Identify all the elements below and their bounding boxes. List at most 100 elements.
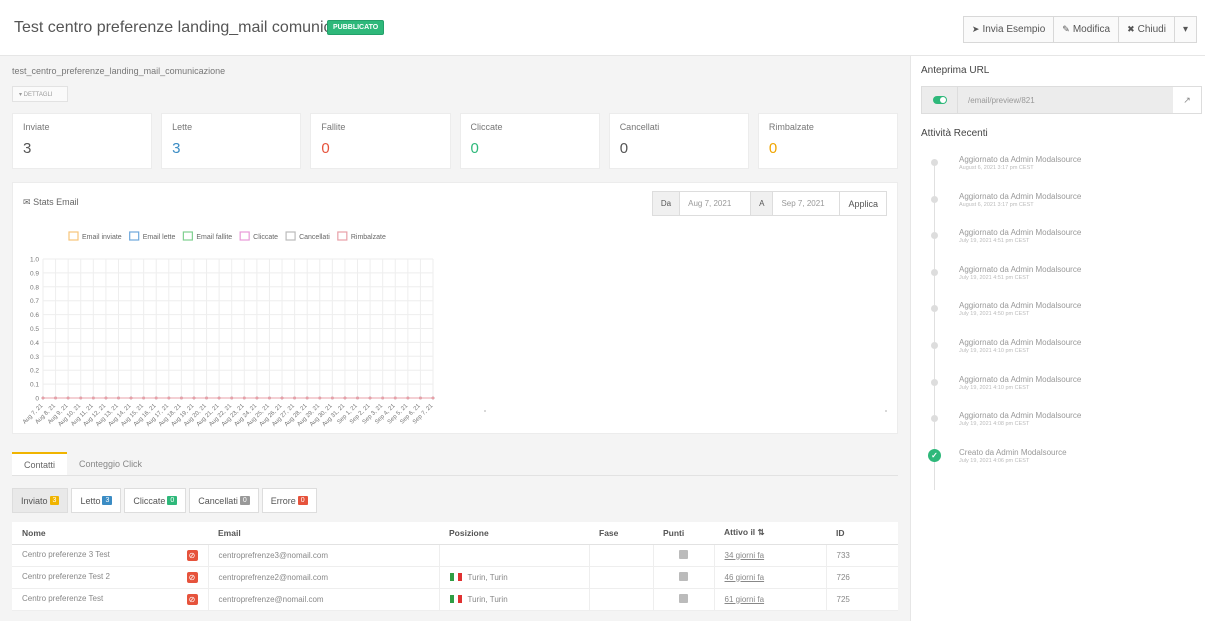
- preview-toggle[interactable]: [922, 87, 958, 113]
- stat-label: Cliccate: [470, 122, 503, 132]
- filter-cliccate-button[interactable]: Cliccate 0: [124, 488, 187, 513]
- data-point: [255, 396, 259, 400]
- delete-icon[interactable]: ⊘: [186, 571, 198, 583]
- stat-card-cancellati: Cancellati 0: [608, 113, 749, 169]
- stat-value: 3: [172, 140, 181, 157]
- legend-label: Rimbalzate: [351, 234, 386, 241]
- points-icon[interactable]: [679, 593, 688, 603]
- stat-card-lette: Lette 3: [161, 113, 302, 169]
- date-to-input[interactable]: Sep 7, 2021: [772, 191, 841, 216]
- activity-item: ✓ Creato da Admin Modalsource July 19, 202…: [921, 445, 1201, 482]
- table-row[interactable]: Centro preferenze 3 Test ⊘ centroprefrenze…: [12, 544, 898, 567]
- points-icon[interactable]: [679, 549, 688, 559]
- activity-date: July 19, 2021 4:50 pm CEST: [959, 311, 1030, 318]
- activity-item: Aggiornato da Admin Modalsource July 19, …: [921, 225, 1201, 262]
- activity-date: July 19, 2021 4:51 pm CEST: [959, 238, 1030, 245]
- table-header-row: Nome Email Posizione Fase Punti Attivo i…: [12, 522, 898, 545]
- column-header-email[interactable]: Email: [208, 522, 439, 545]
- data-point: [91, 396, 95, 400]
- y-tick-label: 0.3: [30, 354, 39, 361]
- contact-name[interactable]: Centro preferenze 3 Test: [22, 550, 110, 559]
- data-point: [381, 396, 385, 400]
- stat-value: 0: [470, 140, 479, 157]
- contact-name[interactable]: Centro preferenze Test: [22, 594, 103, 603]
- table-row[interactable]: Centro preferenze Test ⊘ centroprefrenze@n…: [12, 588, 898, 611]
- external-link-icon[interactable]: ↗: [1173, 95, 1201, 106]
- right-panel: Anteprima URL /email/preview/821 ↗ Attiv…: [910, 56, 1205, 621]
- close-button[interactable]: ✖ Chiudi: [1118, 16, 1175, 43]
- column-header-nome[interactable]: Nome: [12, 522, 208, 545]
- points-icon[interactable]: [679, 571, 688, 581]
- page-title: Test centro preferenze landing_mail comu…: [14, 19, 379, 36]
- stat-card-rimbalzate: Rimbalzate 0: [757, 113, 899, 169]
- data-point: [293, 396, 297, 400]
- toggle-switch-icon: [932, 96, 947, 104]
- table-row[interactable]: Centro preferenze Test 2 ⊘ centroprefrenze…: [12, 566, 898, 589]
- italy-flag-icon: [449, 573, 462, 582]
- activity-item: Aggiornato da Admin Modalsource July 19, …: [921, 408, 1201, 445]
- filter-label: Cancellati: [198, 495, 238, 506]
- filter-cancellati-button[interactable]: Cancellati 0: [189, 488, 259, 513]
- more-dropdown-button[interactable]: ▾: [1173, 16, 1197, 43]
- data-point: [280, 396, 284, 400]
- preview-url-box: /email/preview/821 ↗: [921, 86, 1202, 114]
- filter-count-badge: 0: [297, 496, 308, 505]
- details-toggle-button[interactable]: ▾ DETTAGLI: [12, 86, 68, 102]
- filter-errore-button[interactable]: Errore 0: [261, 488, 317, 513]
- close-icon: ✖: [1127, 24, 1135, 34]
- tab-conteggio-click[interactable]: Conteggio Click: [67, 452, 154, 475]
- stat-value: 3: [23, 140, 32, 157]
- date-from-input[interactable]: Aug 7, 2021: [679, 191, 752, 216]
- timeline-dot-icon: [931, 305, 938, 313]
- filter-inviato-button[interactable]: Inviato 3: [12, 488, 69, 513]
- contact-name-cell: Centro preferenze Test 2 ⊘: [12, 566, 209, 589]
- activity-item: Aggiornato da Admin Modalsource July 19, …: [921, 372, 1201, 409]
- column-header-fase[interactable]: Fase: [589, 522, 653, 545]
- delete-icon[interactable]: ⊘: [186, 549, 198, 561]
- timeline-dot-icon: [931, 415, 938, 423]
- y-tick-label: 0.9: [30, 270, 39, 277]
- contact-name[interactable]: Centro preferenze Test 2: [22, 572, 110, 581]
- timeline-dot-icon: [931, 195, 938, 203]
- data-point: [419, 396, 422, 400]
- column-header-posizione[interactable]: Posizione: [439, 522, 589, 545]
- y-tick-label: 0.5: [30, 326, 39, 333]
- activity-date: August 6, 2021 3:17 pm CEST: [959, 165, 1034, 171]
- y-tick-label: 0.7: [30, 298, 39, 305]
- preview-url-input[interactable]: /email/preview/821: [958, 87, 1173, 113]
- column-header-id[interactable]: ID: [826, 522, 898, 545]
- contact-active-link[interactable]: 34 giorni fa: [725, 551, 765, 560]
- activity-date: July 19, 2021 4:51 pm CEST: [959, 274, 1030, 281]
- contact-points-cell: [653, 566, 715, 589]
- contact-active-link[interactable]: 46 giorni fa: [725, 573, 765, 582]
- column-header-punti[interactable]: Punti: [653, 522, 714, 545]
- column-header-attivo[interactable]: Attivo il ⇅: [714, 522, 826, 545]
- send-example-button[interactable]: ➤ Invia Esempio: [962, 16, 1055, 43]
- data-point: [79, 396, 83, 400]
- filter-count-badge: 3: [49, 496, 60, 505]
- tab-contatti[interactable]: Contatti: [12, 452, 68, 475]
- filter-label: Letto: [80, 495, 101, 506]
- edit-button[interactable]: ✎ Modifica: [1053, 16, 1120, 43]
- stats-chart: Email inviate Email lette Email fallite Cli…: [22, 231, 887, 428]
- apply-button[interactable]: Applica: [839, 191, 887, 216]
- contact-email: centroprefrenze3@nomail.com: [208, 544, 440, 567]
- filter-letto-button[interactable]: Letto 3: [71, 488, 122, 513]
- check-icon: ✓: [928, 448, 941, 462]
- y-tick-label: 0.8: [30, 284, 39, 291]
- close-label: Chiudi: [1137, 24, 1166, 35]
- data-point: [117, 396, 120, 400]
- delete-icon[interactable]: ⊘: [186, 593, 198, 605]
- contact-active-link[interactable]: 61 giorni fa: [725, 595, 765, 604]
- legend-swatch: [285, 231, 296, 241]
- y-tick-label: 0: [35, 396, 39, 403]
- data-point: [268, 396, 271, 400]
- y-tick-label: 0.6: [30, 312, 39, 319]
- data-point: [41, 396, 45, 400]
- data-point: [104, 396, 108, 400]
- italy-flag-icon: [449, 595, 462, 604]
- status-badge: PUBBLICATO: [327, 20, 385, 35]
- legend-swatch: [239, 231, 250, 241]
- filter-bar: Inviato 3 Letto 3 Cliccate 0 Cancellati 0 Errore…: [12, 488, 317, 513]
- page-header: Test centro preferenze landing_mail comu…: [0, 0, 1205, 56]
